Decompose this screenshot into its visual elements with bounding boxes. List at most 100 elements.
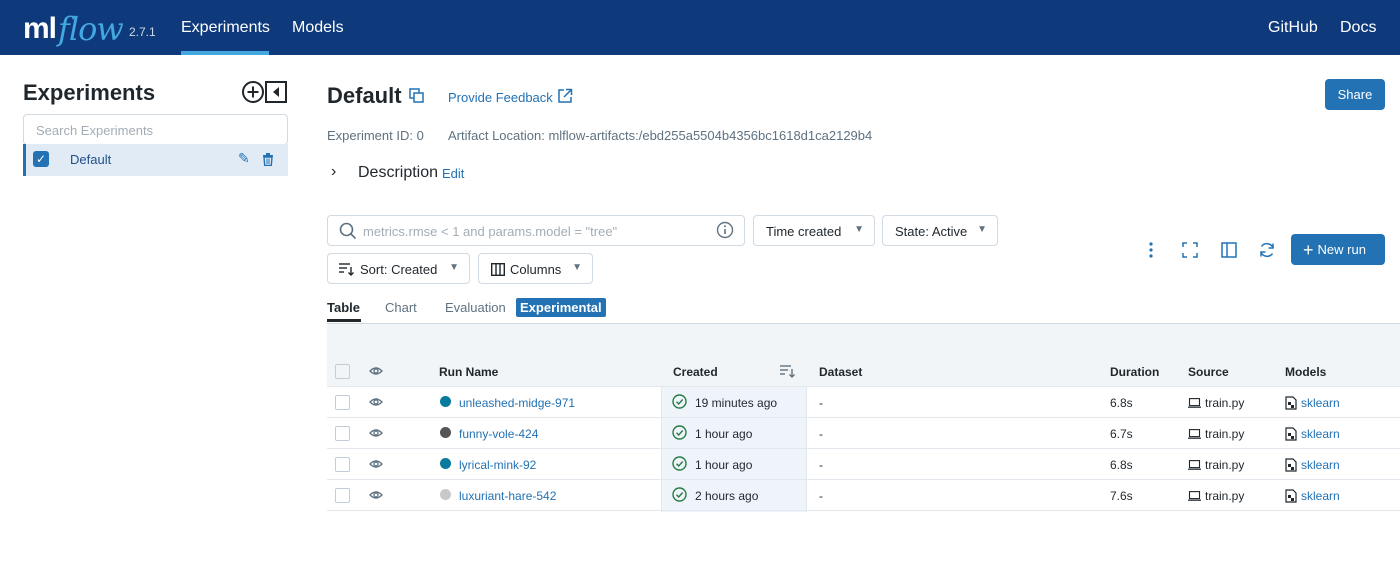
run-color-dot[interactable] — [440, 396, 451, 407]
add-experiment-icon[interactable] — [241, 80, 265, 104]
share-button[interactable]: Share — [1325, 79, 1385, 110]
sidebar-item-default[interactable]: ✓ Default ✎ — [23, 144, 288, 176]
eye-icon[interactable] — [369, 426, 383, 440]
sort-label: Sort: Created — [360, 262, 438, 277]
row-checkbox[interactable] — [335, 426, 350, 441]
column-header-created[interactable]: Created — [673, 365, 718, 379]
sort-dropdown[interactable]: Sort: Created ▼ — [327, 253, 470, 284]
created-value: 19 minutes ago — [695, 396, 778, 410]
copy-icon[interactable] — [409, 88, 425, 104]
experiment-checkbox[interactable]: ✓ — [33, 151, 49, 167]
duration-value: 6.7s — [1110, 427, 1133, 441]
external-link-icon[interactable] — [557, 88, 573, 104]
tab-evaluation[interactable]: Evaluation — [445, 300, 506, 315]
model-icon — [1285, 489, 1297, 503]
created-value: 1 hour ago — [695, 458, 753, 472]
model-link[interactable]: sklearn — [1301, 458, 1340, 472]
page-title: Default — [327, 83, 402, 108]
state-dropdown[interactable]: State: Active ▼ — [882, 215, 998, 246]
laptop-icon — [1188, 398, 1201, 408]
row-checkbox[interactable] — [335, 488, 350, 503]
model-link[interactable]: sklearn — [1301, 489, 1340, 503]
trash-icon[interactable] — [262, 153, 274, 166]
run-name-link[interactable]: luxuriant-hare-542 — [459, 489, 556, 503]
collapse-sidebar-icon[interactable] — [265, 81, 287, 103]
fullscreen-icon[interactable] — [1180, 240, 1200, 260]
eye-icon[interactable] — [369, 457, 383, 471]
table-group-header — [327, 324, 1400, 356]
check-circle-icon — [672, 456, 687, 471]
run-color-dot[interactable] — [440, 458, 451, 469]
plus-icon: + — [1303, 240, 1314, 260]
provide-feedback-link[interactable]: Provide Feedback — [448, 90, 553, 105]
table-header: Run Name Created Dataset Duration Source… — [327, 356, 1400, 387]
run-name-link[interactable]: unleashed-midge-971 — [459, 396, 575, 410]
created-value: 1 hour ago — [695, 427, 753, 441]
duration-value: 6.8s — [1110, 396, 1133, 410]
source-value[interactable]: train.py — [1205, 489, 1244, 503]
model-icon — [1285, 396, 1297, 410]
search-runs-input[interactable]: metrics.rmse < 1 and params.model = "tre… — [327, 215, 745, 246]
chevron-down-icon: ▼ — [854, 224, 864, 235]
laptop-icon — [1188, 460, 1201, 470]
nav-github[interactable]: GitHub — [1268, 19, 1318, 37]
new-run-button[interactable]: + New run — [1291, 234, 1385, 265]
new-run-label: New run — [1317, 242, 1366, 257]
run-name-link[interactable]: lyrical-mink-92 — [459, 458, 536, 472]
description-toggle[interactable]: Description — [358, 164, 438, 182]
columns-dropdown[interactable]: Columns ▼ — [478, 253, 593, 284]
experiment-id: Experiment ID: 0 — [327, 128, 424, 143]
table-row[interactable]: unleashed-midge-971 19 minutes ago - 6.8s tr… — [327, 387, 1400, 418]
source-value[interactable]: train.py — [1205, 396, 1244, 410]
time-created-label: Time created — [766, 224, 842, 239]
column-header-duration[interactable]: Duration — [1110, 365, 1159, 379]
table-row[interactable]: funny-vole-424 1 hour ago - 6.7s train.py skl… — [327, 418, 1400, 449]
chevron-down-icon: ▼ — [977, 224, 987, 235]
search-experiments-input[interactable]: Search Experiments — [23, 114, 288, 145]
nav-experiments[interactable]: Experiments — [181, 19, 270, 37]
model-link[interactable]: sklearn — [1301, 427, 1340, 441]
edit-icon[interactable]: ✎ — [238, 150, 250, 167]
state-label: State: Active — [895, 224, 968, 239]
columns-icon — [491, 263, 505, 276]
model-link[interactable]: sklearn — [1301, 396, 1340, 410]
column-header-models[interactable]: Models — [1285, 365, 1326, 379]
source-value[interactable]: train.py — [1205, 458, 1244, 472]
run-color-dot[interactable] — [440, 427, 451, 438]
kebab-menu-icon[interactable] — [1141, 240, 1161, 260]
time-created-dropdown[interactable]: Time created ▼ — [753, 215, 875, 246]
info-icon[interactable] — [716, 221, 734, 239]
run-color-dot[interactable] — [440, 489, 451, 500]
nav-active-indicator — [181, 51, 269, 55]
source-value[interactable]: train.py — [1205, 427, 1244, 441]
column-header-dataset[interactable]: Dataset — [819, 365, 862, 379]
eye-icon[interactable] — [369, 364, 383, 378]
nav-models[interactable]: Models — [292, 19, 344, 37]
table-row[interactable]: lyrical-mink-92 1 hour ago - 6.8s train.py sk… — [327, 449, 1400, 480]
row-checkbox[interactable] — [335, 395, 350, 410]
dataset-value: - — [819, 396, 823, 410]
active-tab-indicator — [327, 319, 361, 322]
side-panel-icon[interactable] — [1219, 240, 1239, 260]
model-icon — [1285, 458, 1297, 472]
table-row[interactable]: luxuriant-hare-542 2 hours ago - 7.6s train.… — [327, 480, 1400, 511]
row-checkbox[interactable] — [335, 457, 350, 472]
eye-icon[interactable] — [369, 488, 383, 502]
chevron-right-icon[interactable]: › — [331, 163, 336, 181]
check-circle-icon — [672, 394, 687, 409]
nav-docs[interactable]: Docs — [1340, 19, 1376, 37]
column-header-run-name[interactable]: Run Name — [439, 365, 498, 379]
model-icon — [1285, 427, 1297, 441]
dataset-value: - — [819, 489, 823, 503]
sort-descending-icon[interactable] — [780, 365, 795, 378]
tab-chart[interactable]: Chart — [385, 300, 417, 315]
run-name-link[interactable]: funny-vole-424 — [459, 427, 538, 441]
dataset-value: - — [819, 427, 823, 441]
tab-table[interactable]: Table — [327, 300, 360, 315]
experiment-name[interactable]: Default — [70, 152, 111, 167]
eye-icon[interactable] — [369, 395, 383, 409]
description-edit-link[interactable]: Edit — [442, 166, 464, 181]
refresh-icon[interactable] — [1257, 240, 1277, 260]
column-header-source[interactable]: Source — [1188, 365, 1229, 379]
select-all-checkbox[interactable] — [335, 364, 350, 379]
